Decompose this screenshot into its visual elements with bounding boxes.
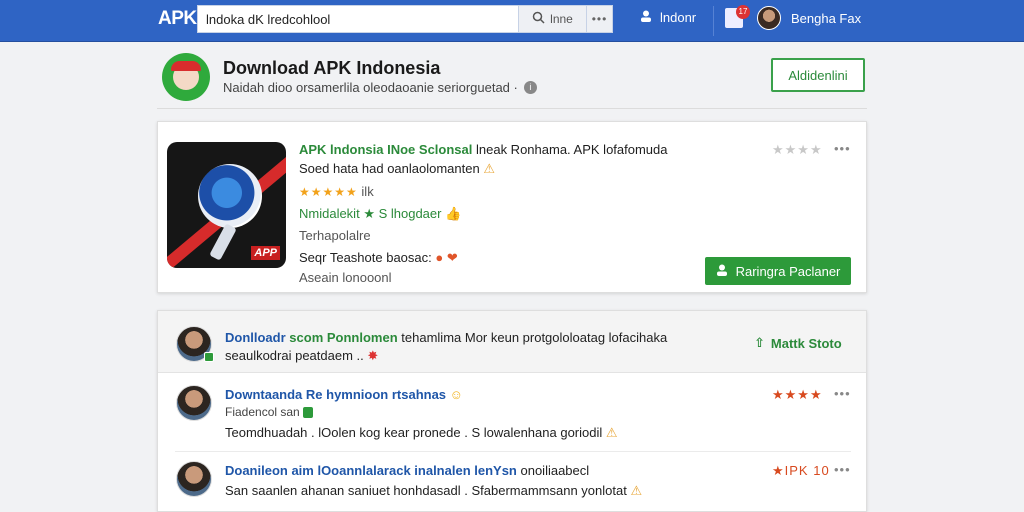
verified-icon <box>303 407 314 419</box>
comment-title-text: Downtaanda Re hymnioon rtsahnas <box>225 387 447 402</box>
comment-title[interactable]: Doanileon aim lOoannlalarack inalnalen l… <box>225 463 589 478</box>
header-divider <box>157 108 867 109</box>
rating-stars: ★★★★★ <box>299 185 358 199</box>
notification-count-badge: 17 <box>736 5 750 19</box>
card-rating-stars[interactable]: ★★★★ <box>772 142 823 158</box>
comment-rating[interactable]: ★★★★ <box>772 387 823 403</box>
user-menu[interactable]: lndonr <box>640 10 696 25</box>
page-subtitle-text: Naidah dioo orsamerlila oleodaoanie seri… <box>223 80 518 95</box>
comment-text-body: Teomdhuadah . lOolen kog kear pronede . … <box>225 425 603 440</box>
follow-button-label: Mattk Stoto <box>770 335 842 351</box>
pin-icon: ❤ <box>446 250 458 265</box>
star-icon: ★ <box>363 206 375 221</box>
comment-meta-text: Fiadencol san <box>225 405 300 419</box>
search-more-button[interactable]: ••• <box>587 5 613 33</box>
app-card: APP APK lndonsia INoe Sclonsal lneak Ron… <box>157 121 867 293</box>
search-input[interactable]: lndoka dK lredcohlool <box>197 5 519 33</box>
comment-avatar[interactable] <box>176 461 212 497</box>
search-button-label: lnne <box>550 12 573 26</box>
comment-meta: Fiadencol san <box>225 405 314 419</box>
app-icon[interactable]: APP <box>167 142 286 268</box>
emoji-icon: ✸ <box>367 348 379 363</box>
profile-avatar[interactable] <box>757 6 781 30</box>
panel-title-green: scom Ponnlomen <box>289 330 398 345</box>
comments-panel: Donlloadr scom Ponnlomen tehamlima Mor k… <box>157 310 867 512</box>
app-description: Soed hata had oanlaolomanten ⚠ <box>299 161 495 177</box>
app-developer[interactable]: Nmidalekit ★ S lhogdaer 👍 <box>299 206 461 222</box>
apk-logo[interactable]: APK <box>158 8 197 30</box>
app-title-name: APK lndonsia INoe Sclonsal <box>299 142 473 157</box>
search-icon <box>532 11 545 27</box>
comment-title-text: Doanileon aim lOoannlalarack inalnalen l… <box>225 463 517 478</box>
install-user-icon <box>716 264 728 279</box>
thumbs-up-icon: 👍 <box>445 206 462 221</box>
info-icon[interactable]: i <box>523 81 537 94</box>
app-title[interactable]: APK lndonsia INoe Sclonsal lneak Ronhama… <box>299 142 668 157</box>
follow-button[interactable]: ⇧ Mattk Stoto <box>754 335 842 351</box>
comment-more-icon[interactable]: ••• <box>834 386 851 401</box>
profile-name[interactable]: Bengha Fax <box>791 11 861 26</box>
install-button[interactable]: Raringra Paclaner <box>705 257 851 285</box>
developer-name: Nmidalekit <box>299 206 360 221</box>
card-more-icon[interactable]: ••• <box>834 141 851 156</box>
app-icon-tag: APP <box>251 246 280 260</box>
app-rating: ★★★★★ ilk <box>299 184 374 199</box>
app-secondary-line: Aseain lonooonl <box>299 270 392 285</box>
warning-icon: ⚠ <box>605 425 618 440</box>
comment-rating[interactable]: ★IPK 10 <box>772 463 830 479</box>
topbar-divider <box>713 6 714 36</box>
fire-icon: ● <box>435 250 444 265</box>
panel-title-rest: tehamlima Mor keun protgololoatag lofaci… <box>401 330 668 345</box>
page-subtitle: Naidah dioo orsamerlila oleodaoanie seri… <box>223 80 537 95</box>
site-logo <box>162 53 210 101</box>
panel-subtitle-text: seaulkodrai peatdaem .. <box>225 348 364 363</box>
comment-divider <box>175 451 851 452</box>
comment-more-icon[interactable]: ••• <box>834 462 851 477</box>
comment-text: Teomdhuadah . lOolen kog kear pronede . … <box>225 425 618 441</box>
comments-panel-header: Donlloadr scom Ponnlomen tehamlima Mor k… <box>158 311 866 373</box>
user-menu-label: lndonr <box>660 10 697 25</box>
warning-icon: ⚠ <box>630 483 643 498</box>
comment-text: San saanlen ahanan saniuet honhdasadl . … <box>225 483 642 499</box>
comment-text-body: San saanlen ahanan saniuet honhdasadl . … <box>225 483 627 498</box>
panel-title-bold: Donlloadr <box>225 330 286 345</box>
rating-text: ilk <box>361 184 374 199</box>
user-icon <box>640 10 652 25</box>
comment-title[interactable]: Downtaanda Re hymnioon rtsahnas ☺ <box>225 387 463 402</box>
warning-icon: ⚠ <box>483 161 495 176</box>
comment-title-rest: onoiliaabecl <box>516 463 590 478</box>
panel-subtitle: seaulkodrai peatdaem .. ✸ <box>225 348 378 364</box>
app-info-text: Seqr Teashote baosac: <box>299 250 432 265</box>
app-title-rest: lneak Ronhama. APK lofafomuda <box>472 142 668 157</box>
app-description-text: Soed hata had oanlaolomanten <box>299 161 480 176</box>
panel-title: Donlloadr scom Ponnlomen tehamlima Mor k… <box>225 330 667 345</box>
smile-icon: ☺ <box>449 387 463 402</box>
install-button-label: Raringra Paclaner <box>735 263 841 279</box>
comment-avatar[interactable] <box>176 385 212 421</box>
app-category: Terhapolalre <box>299 228 371 243</box>
top-navigation-bar: APK lndoka dK lredcohlool lnne ••• lndon… <box>0 0 1024 42</box>
page-title: Download APK Indonesia <box>223 58 441 78</box>
upload-icon: ⇧ <box>754 335 765 350</box>
header-action-button[interactable]: Aldidenlini <box>771 58 865 92</box>
search-button[interactable]: lnne <box>519 5 587 33</box>
developer-note: S lhogdaer <box>378 206 442 221</box>
app-info-line: Seqr Teashote baosac: ● ❤ <box>299 250 458 266</box>
online-status-icon <box>204 352 214 362</box>
